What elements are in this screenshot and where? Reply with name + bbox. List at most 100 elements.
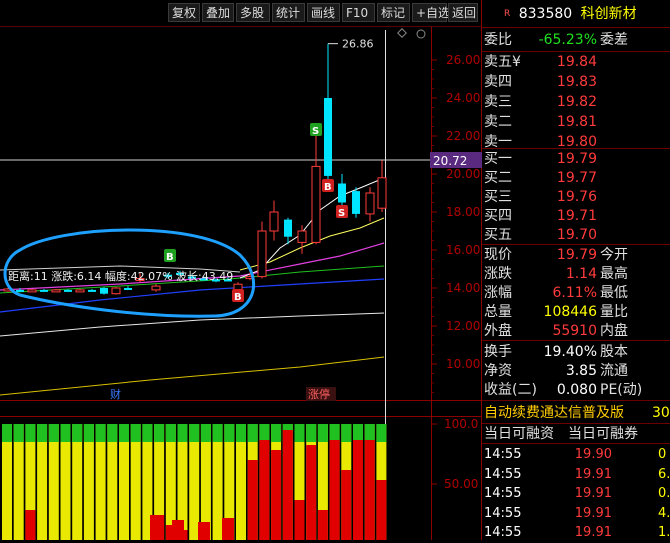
signal-letter: B bbox=[166, 252, 174, 263]
vol-bar-top-10 bbox=[119, 424, 129, 442]
candle-body-8 bbox=[100, 288, 108, 294]
fund-value-2: 0.080 bbox=[556, 382, 597, 398]
vol-bar-top-1 bbox=[13, 424, 24, 442]
toolbar-button-7[interactable]: +自选 bbox=[412, 3, 450, 22]
ticker-text: 自动续费通达信普及版 bbox=[484, 405, 624, 421]
annotation-text: 距离:11 涨跌:6.14 幅度:42.07% 波长:43.49 bbox=[8, 269, 233, 283]
candle-body-1 bbox=[16, 289, 24, 292]
committee-diff-label: 委差 bbox=[600, 32, 628, 48]
vol-bar-red-28 bbox=[329, 440, 340, 540]
signal-S-icon: S bbox=[310, 123, 322, 137]
vol-bar-top-0 bbox=[2, 424, 12, 442]
fund-label2-1: 流通 bbox=[600, 363, 628, 379]
quote-label2-1: 最高 bbox=[600, 266, 628, 282]
candle-body-23 bbox=[284, 219, 292, 237]
vol-bar-top-7 bbox=[83, 424, 94, 442]
candle-body-29 bbox=[365, 192, 375, 215]
candle-body-25 bbox=[311, 165, 321, 243]
candle-body-2 bbox=[27, 289, 37, 293]
divider bbox=[482, 27, 670, 28]
vol-bar-top-3 bbox=[37, 424, 48, 442]
vol-bar-red-23 bbox=[271, 450, 282, 540]
vol-bar-top-13 bbox=[154, 424, 165, 442]
vol-bar-red-30 bbox=[353, 440, 363, 540]
bid-label-0: 买一 bbox=[484, 151, 512, 167]
vol-bar-top-22 bbox=[259, 424, 270, 442]
ma-blue bbox=[0, 278, 385, 313]
signal-B-icon: B bbox=[164, 249, 176, 263]
quote-label2-3: 量比 bbox=[600, 304, 628, 320]
vol-bar-top-17 bbox=[200, 424, 211, 442]
ytick-label-3: 20.00 bbox=[446, 167, 480, 181]
candle-body-12 bbox=[151, 285, 161, 291]
ask-price-3: 19.81 bbox=[556, 114, 597, 130]
margin-right: 当日可融券 bbox=[568, 426, 638, 442]
stock-code: 833580 bbox=[518, 6, 573, 22]
ask-label-1: 卖四 bbox=[484, 74, 512, 90]
ytick-label-5: 16.00 bbox=[446, 243, 480, 257]
toolbar-button-0[interactable]: 复权 bbox=[168, 3, 200, 22]
vol-tick-label-1: 50.00 bbox=[444, 477, 478, 491]
vol-bar-top-2 bbox=[25, 424, 36, 442]
tick-vol-3: 4. bbox=[658, 505, 670, 521]
toolbar-button-1[interactable]: 叠加 bbox=[202, 3, 234, 22]
candle-body-6 bbox=[75, 289, 85, 293]
vol-bar-red-26 bbox=[306, 445, 317, 540]
divider bbox=[482, 340, 670, 341]
signal-B-icon: B bbox=[322, 179, 334, 193]
diamond-icon bbox=[397, 28, 407, 38]
toolbar-button-6[interactable]: 标记 bbox=[377, 3, 410, 22]
ytick-label-1: 24.00 bbox=[446, 91, 480, 105]
fund-value-1: 3.85 bbox=[565, 363, 597, 379]
toolbar-button-8[interactable]: 返回 bbox=[448, 3, 478, 22]
quote-value-0: 19.79 bbox=[556, 247, 597, 263]
margin-left: 当日可融资 bbox=[484, 426, 554, 442]
vol-bar-top-15 bbox=[177, 424, 188, 442]
vol-lump-0 bbox=[150, 515, 162, 540]
toolbar-button-2[interactable]: 多股 bbox=[236, 3, 270, 22]
divider bbox=[482, 443, 670, 444]
vol-bar-top-29 bbox=[341, 424, 352, 442]
tick-price-3: 19.91 bbox=[574, 505, 612, 521]
kline-chart[interactable]: 26.00 24.00 22.00 20.00 18.00 16.00 14.00 12.00… bbox=[0, 0, 482, 540]
committee-value: -65.23% bbox=[538, 32, 597, 48]
quote-value-4: 55910 bbox=[552, 323, 597, 339]
vol-bar-top-20 bbox=[236, 424, 246, 442]
ask-price-0: 19.84 bbox=[556, 54, 597, 70]
ytick-label-8: 10.00 bbox=[446, 357, 480, 371]
candle-body-24 bbox=[297, 230, 307, 243]
tick-vol-0: 0 bbox=[658, 447, 667, 462]
candle-body-27 bbox=[338, 183, 346, 203]
vol-bar-top-23 bbox=[271, 424, 282, 442]
toolbar-button-5[interactable]: F10 bbox=[342, 3, 375, 22]
vol-bar-top-26 bbox=[306, 424, 317, 442]
vol-bar-top-21 bbox=[247, 424, 258, 442]
tick-time-1: 14:55 bbox=[484, 466, 522, 482]
quote-label2-0: 今开 bbox=[600, 247, 628, 263]
quote-label-1: 涨跌 bbox=[484, 266, 512, 282]
vol-bar-top-6 bbox=[72, 424, 83, 442]
quote-panel: R 833580 科创新材 委比 -65.23% 委差 卖五¥ 19.84 卖四 19.83… bbox=[482, 0, 670, 540]
bid-label-1: 买二 bbox=[484, 170, 512, 186]
bid-price-4: 19.70 bbox=[556, 227, 597, 243]
vol-lump-3 bbox=[222, 518, 234, 540]
stock-header: R 833580 科创新材 bbox=[482, 4, 670, 26]
vol-bar-top-25 bbox=[294, 424, 305, 442]
candle-body-7 bbox=[88, 289, 96, 292]
signal-B-icon: B bbox=[232, 289, 244, 303]
toolbar-button-3[interactable]: 统计 bbox=[272, 3, 305, 22]
vol-bar-top-5 bbox=[60, 424, 71, 442]
event-label-0: 财 bbox=[110, 387, 121, 401]
stock-name: 科创新材 bbox=[580, 6, 637, 22]
fund-label2-0: 股本 bbox=[600, 344, 628, 360]
circle-icon bbox=[416, 29, 426, 39]
vol-lump-1 bbox=[172, 520, 184, 540]
toolbar-button-4[interactable]: 画线 bbox=[307, 3, 340, 22]
tick-time-3: 14:55 bbox=[484, 505, 522, 521]
quote-value-2: 6.11% bbox=[552, 285, 597, 301]
fund-label2-2: PE(动) bbox=[600, 382, 643, 398]
candle-body-9 bbox=[111, 287, 121, 295]
high-marker-label: 26.86 bbox=[342, 38, 374, 51]
vol-bar-top-11 bbox=[130, 424, 141, 442]
candle-body-4 bbox=[51, 289, 61, 293]
